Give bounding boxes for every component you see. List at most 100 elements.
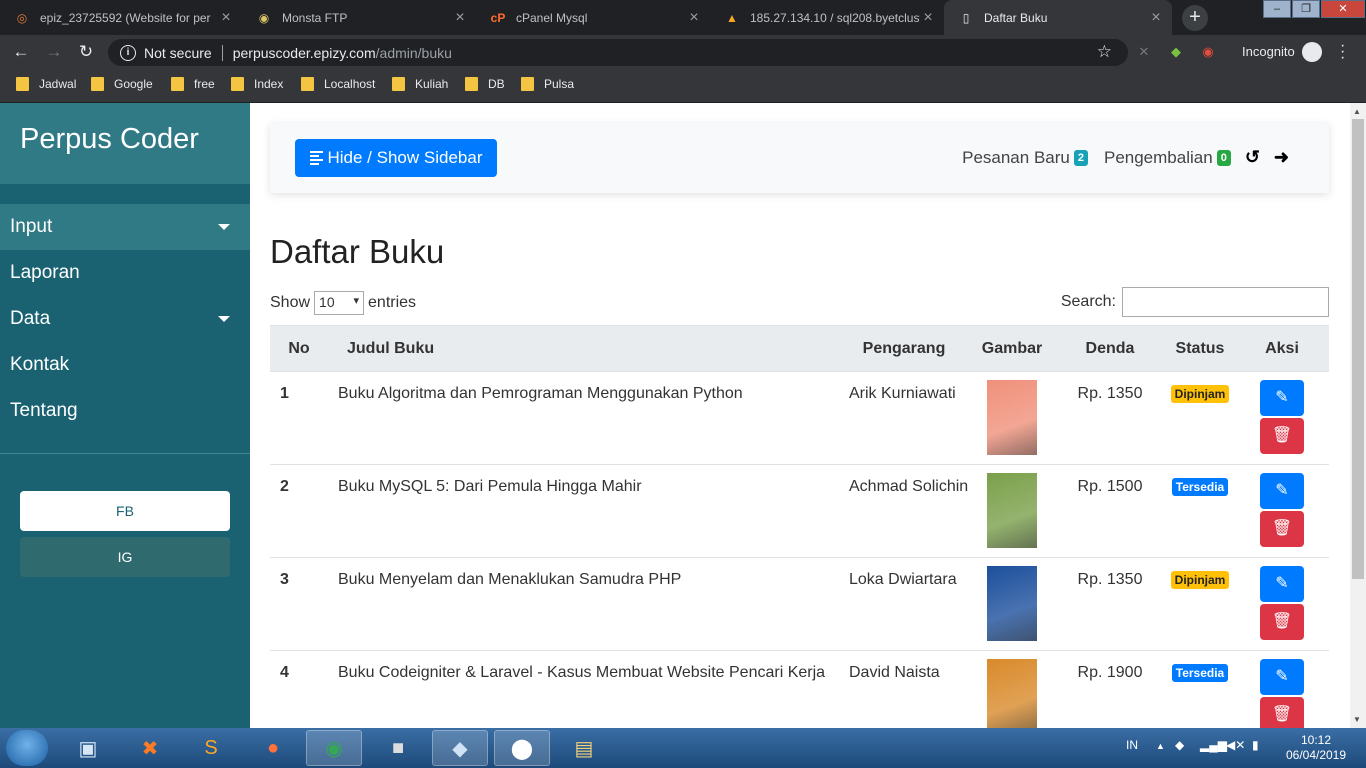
edit-button[interactable]: ✎	[1260, 380, 1304, 416]
bookmark-folder[interactable]: Jadwal	[16, 77, 76, 91]
maximize-button[interactable]: ❐	[1292, 0, 1320, 18]
browser-tab-active[interactable]: ▯ Daftar Buku ×	[944, 0, 1172, 35]
browser-tab[interactable]: ◎ epiz_23725592 (Website for per ×	[0, 0, 242, 35]
bookmark-folder[interactable]: Pulsa	[521, 77, 574, 91]
folder-icon[interactable]: ▤	[556, 730, 612, 766]
close-icon[interactable]: ×	[1148, 9, 1164, 27]
bookmark-folder[interactable]: Index	[231, 77, 283, 91]
book-cover-image	[987, 473, 1037, 548]
edit-button[interactable]: ✎	[1260, 566, 1304, 602]
cell-status: Dipinjam	[1165, 557, 1235, 651]
delete-button[interactable]: 🗑	[1260, 511, 1304, 547]
bookmark-folder[interactable]: DB	[465, 77, 505, 91]
column-header-no[interactable]: No	[270, 325, 328, 372]
battery-icon[interactable]: ▮	[1252, 738, 1259, 752]
toggle-sidebar-button[interactable]: Hide / Show Sidebar	[295, 139, 497, 177]
browser-tab[interactable]: cP cPanel Mysql ×	[476, 0, 710, 35]
volume-muted-icon[interactable]: ◀✕	[1226, 738, 1245, 752]
sidebar-item-input[interactable]: Input	[0, 204, 250, 250]
pesanan-baru-link[interactable]: Pesanan Baru	[962, 148, 1070, 168]
entries-select[interactable]: 10	[314, 291, 365, 315]
sidebar-item-tentang[interactable]: Tentang	[0, 388, 250, 434]
extension-ie-icon[interactable]: ◆	[1167, 43, 1185, 61]
system-clock[interactable]: 10:12 06/04/2019	[1282, 733, 1350, 763]
back-icon[interactable]: ←	[10, 41, 32, 63]
menu-dots-icon[interactable]: · · ·	[1340, 38, 1346, 66]
bookmark-folder[interactable]: Kuliah	[392, 77, 448, 91]
browser-tab[interactable]: ◉ Monsta FTP ×	[242, 0, 476, 35]
sublime-icon[interactable]: S	[183, 730, 239, 766]
window-controls: – ❐ ✕	[1262, 0, 1365, 20]
column-header-aksi[interactable]: Aksi	[1235, 325, 1329, 372]
delete-button[interactable]: 🗑	[1260, 418, 1304, 454]
page-scrollbar[interactable]: ▲ ▼	[1350, 103, 1366, 728]
bookmark-star-icon[interactable]: ☆	[1097, 42, 1112, 62]
scrollbar-thumb[interactable]	[1352, 119, 1364, 579]
scroll-up-icon[interactable]: ▲	[1353, 107, 1361, 116]
bookmark-label: Localhost	[324, 77, 376, 91]
sign-out-icon[interactable]: ➜	[1274, 147, 1289, 168]
forward-icon[interactable]: →	[43, 41, 65, 63]
pengembalian-link[interactable]: Pengembalian	[1104, 148, 1213, 168]
bookmark-folder[interactable]: Localhost	[301, 77, 375, 91]
undo-icon[interactable]: ↺	[1245, 147, 1260, 168]
network-tray-icon[interactable]: ◆	[1175, 738, 1184, 752]
close-icon[interactable]: ×	[686, 9, 702, 27]
column-header-status[interactable]: Status	[1165, 325, 1235, 372]
sidebar-brand[interactable]: Perpus Coder	[0, 103, 250, 184]
delete-button[interactable]: 🗑	[1260, 697, 1304, 728]
computer-icon[interactable]: ▣	[60, 730, 116, 766]
column-header-gambar[interactable]: Gambar	[969, 325, 1055, 372]
xampp-icon[interactable]: ✖	[122, 730, 178, 766]
edit-button[interactable]: ✎	[1260, 473, 1304, 509]
main-content: Hide / Show Sidebar Pesanan Baru 2 Penge…	[250, 103, 1350, 728]
sidebar-item-data[interactable]: Data	[0, 296, 250, 342]
column-header-judul[interactable]: Judul Buku	[328, 325, 839, 372]
chrome-icon[interactable]: ◉	[306, 730, 362, 766]
info-icon[interactable]: i	[120, 44, 136, 61]
start-button[interactable]	[6, 730, 48, 766]
extension-x-icon[interactable]: ✕	[1135, 43, 1153, 61]
recorder-icon[interactable]: ⬤	[494, 730, 550, 766]
close-icon[interactable]: ×	[920, 9, 936, 27]
entries-label: entries	[368, 294, 417, 311]
search-input[interactable]	[1122, 287, 1329, 317]
tab-title: epiz_23725592 (Website for per	[40, 10, 211, 25]
language-indicator[interactable]: IN	[1126, 738, 1138, 752]
terminal-icon[interactable]: ■	[370, 730, 426, 766]
cell-aksi: ✎ 🗑	[1235, 371, 1329, 465]
close-icon[interactable]: ×	[452, 9, 468, 27]
bookmark-folder[interactable]: free	[171, 77, 215, 91]
minimize-button[interactable]: –	[1263, 0, 1291, 18]
sidebar-item-laporan[interactable]: Laporan	[0, 250, 250, 296]
scroll-down-icon[interactable]: ▼	[1353, 715, 1361, 724]
edit-icon: ✎	[1275, 575, 1289, 592]
delete-button[interactable]: 🗑	[1260, 604, 1304, 640]
url-host: perpuscoder.epizy.com	[232, 44, 376, 61]
edit-button[interactable]: ✎	[1260, 659, 1304, 695]
cell-aksi: ✎ 🗑	[1235, 464, 1329, 558]
fb-button[interactable]: FB	[20, 491, 230, 531]
trash-icon: 🗑	[1271, 427, 1293, 444]
ig-button[interactable]: IG	[20, 537, 230, 577]
column-header-denda[interactable]: Denda	[1055, 325, 1165, 372]
show-hidden-icon[interactable]: ▲	[1156, 741, 1165, 751]
notes-icon[interactable]: ◆	[432, 730, 488, 766]
address-bar[interactable]: i Not secure perpuscoder.epizy.com/admin…	[108, 39, 1128, 66]
signal-icon[interactable]: ▂▄▆	[1200, 738, 1227, 752]
new-tab-button[interactable]: +	[1182, 5, 1208, 31]
firefox-icon[interactable]: ●	[245, 730, 301, 766]
extension-record-icon[interactable]: ◉	[1199, 43, 1217, 61]
browser-tab[interactable]: ▲ 185.27.134.10 / sql208.byetclust ×	[710, 0, 944, 35]
book-cover-image	[987, 380, 1037, 455]
incognito-icon[interactable]	[1302, 42, 1322, 62]
tab-title: 185.27.134.10 / sql208.byetclust	[750, 10, 920, 25]
bookmark-folder[interactable]: Google	[91, 77, 153, 91]
sidebar-item-kontak[interactable]: Kontak	[0, 342, 250, 388]
reload-icon[interactable]: ↻	[75, 41, 97, 63]
bookmark-label: Index	[254, 77, 284, 91]
close-window-button[interactable]: ✕	[1321, 0, 1365, 18]
cell-no: 3	[270, 557, 328, 651]
column-header-pengarang[interactable]: Pengarang	[839, 325, 969, 372]
close-icon[interactable]: ×	[218, 9, 234, 27]
